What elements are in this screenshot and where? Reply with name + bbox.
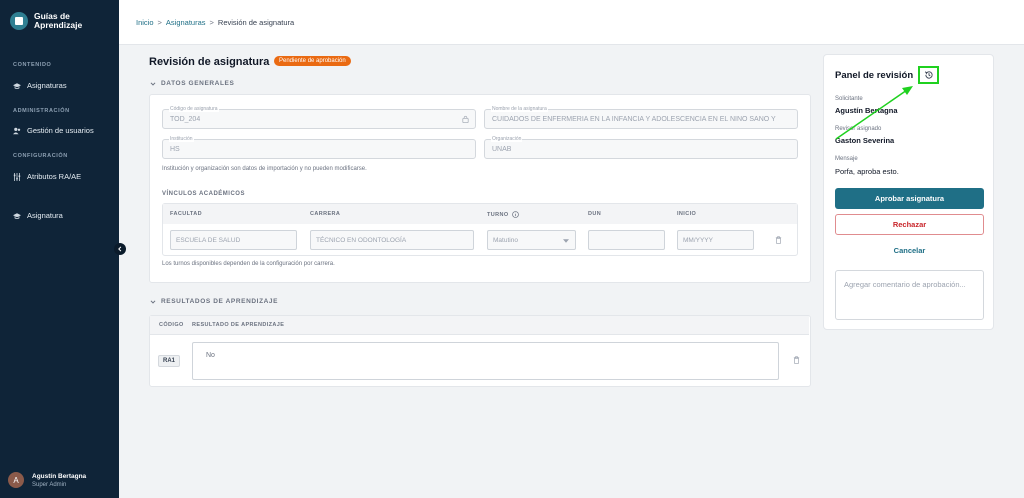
trash-icon[interactable] [793,356,800,364]
sidebar-item-asignatura[interactable]: Asignatura [13,211,63,220]
review-panel: Panel de revisión Solicitante Agustín Be… [823,54,994,330]
avatar: A [8,472,24,488]
facultad-select[interactable]: ESCUELA DE SALUD [170,230,297,250]
field-label: Nombre de la asignatura [491,106,548,112]
section-toggle-datos-generales[interactable]: DATOS GENERALES [150,80,234,87]
carrera-select[interactable]: TÉCNICO EN ODONTOLOGÍA [310,230,474,250]
organizacion-field[interactable]: Organización UNAB [484,136,798,159]
field-value: HS [170,146,180,153]
history-icon [924,71,933,79]
trash-icon[interactable] [775,236,782,244]
graduation-cap-icon [13,212,21,220]
user-name: Agustín Bertagna [32,472,87,480]
breadcrumb-asignaturas[interactable]: Asignaturas [166,18,206,27]
inicio-input[interactable]: MM/YYYY [677,230,754,250]
mensaje-value: Porfa, aproba esto. [835,167,899,176]
approval-comment-input[interactable]: Agregar comentario de aprobación... [835,270,984,320]
page-title: Revisión de asignatura [149,56,270,68]
column-header: FACULTAD [170,211,203,217]
approve-button[interactable]: Aprobar asignatura [835,188,984,209]
codigo-field[interactable]: Código de asignatura TOD_204 [162,106,476,129]
sidebar-item-asignaturas[interactable]: Asignaturas [13,81,67,90]
revisor-label: Revisor asignado [835,126,882,132]
breadcrumb-separator: > [209,18,214,27]
chevron-down-icon [563,239,569,243]
graduation-cap-icon [13,82,21,90]
breadcrumb-separator: > [157,18,162,27]
breadcrumb: Inicio > Asignaturas > Revisión de asign… [136,18,294,27]
sidebar-item-label: Atributos RA/AE [27,172,82,181]
turnos-hint: Los turnos disponibles dependen de la co… [162,261,335,267]
column-header-label: TURNO [487,211,509,218]
ra-textarea[interactable]: No [192,342,779,380]
lock-icon [462,115,469,123]
field-label: Institución [169,136,194,142]
sidebar-item-usuarios[interactable]: Gestión de usuarios [13,126,94,135]
resultados-card: CÓDIGO RESULTADO DE APRENDIZAJE RA1 No [149,315,811,387]
breadcrumb-current: Revisión de asignatura [217,18,295,27]
user-profile[interactable]: A Agustín Bertagna Super Admin [8,472,86,488]
reject-button[interactable]: Rechazar [835,214,984,235]
chevron-left-icon [118,246,122,252]
nav-section-administracion: ADMINISTRACIÓN [13,108,70,114]
column-header-turno: TURNO [487,211,519,218]
solicitante-value: Agustín Bertagna [835,106,898,115]
column-header: CARRERA [310,211,341,217]
nav-section-configuracion: CONFIGURACIÓN [13,153,68,159]
user-role: Super Admin [32,481,67,488]
cancel-button[interactable]: Cancelar [835,246,984,255]
turno-value: Matutino [493,237,518,244]
ra-code-badge: RA1 [158,355,181,367]
sidebar-item-label: Asignatura [27,211,63,220]
revisor-value: Gaston Severina [835,136,895,145]
field-label: Código de asignatura [169,106,219,112]
mensaje-label: Mensaje [835,156,858,162]
solicitante-label: Solicitante [835,96,863,102]
turno-select[interactable]: Matutino [487,230,576,250]
topbar: Inicio > Asignaturas > Revisión de asign… [119,0,1024,45]
section-toggle-resultados[interactable]: RESULTADOS DE APRENDIZAJE [150,298,278,305]
users-icon [13,127,21,135]
sidebar: Guías de Aprendizaje CONTENIDO Asignatur… [0,0,119,498]
chevron-down-icon [150,81,156,86]
sidebar-item-label: Asignaturas [27,81,67,90]
field-value: UNAB [492,146,512,153]
sidebar-item-atributos[interactable]: Atributos RA/AE [13,172,81,181]
vinculos-title: VÍNCULOS ACADÉMICOS [162,191,245,197]
chevron-down-icon [150,299,156,304]
column-header: INICIO [677,211,697,217]
sidebar-item-label: Gestión de usuarios [27,126,94,135]
section-title: RESULTADOS DE APRENDIZAJE [161,298,279,305]
column-header: RESULTADO DE APRENDIZAJE [192,322,285,328]
panel-title: Panel de revisión [835,70,914,81]
app-name: Guías de Aprendizaje [34,11,83,30]
breadcrumb-home[interactable]: Inicio [136,18,154,27]
history-button[interactable] [918,66,939,84]
info-icon[interactable] [511,211,519,218]
column-header: CÓDIGO [159,322,184,328]
field-value: CUIDADOS DE ENFERMERÍA EN LA INFANCIA Y … [492,116,776,123]
status-badge: Pendiente de aprobación [274,56,351,66]
import-hint: Institución y organización son datos de … [162,166,367,172]
collapse-sidebar-button[interactable] [114,243,126,255]
sliders-icon [13,172,21,181]
column-header: DUN [588,211,602,217]
institucion-field[interactable]: Institución HS [162,136,476,159]
nombre-asignatura-field[interactable]: Nombre de la asignatura CUIDADOS DE ENFE… [484,106,798,129]
nav-section-contenido: CONTENIDO [13,62,52,68]
vinculos-table: FACULTAD CARRERA TURNO DUN INICIO ESCUEL… [162,203,798,256]
table-header: CÓDIGO RESULTADO DE APRENDIZAJE [150,316,809,335]
table-header: FACULTAD CARRERA TURNO DUN INICIO [163,204,797,224]
field-value: TOD_204 [170,116,201,123]
field-label: Organización [491,136,523,142]
book-icon [10,12,28,30]
dun-input[interactable] [588,230,665,250]
app-logo[interactable]: Guías de Aprendizaje [10,12,94,30]
section-title: DATOS GENERALES [161,80,235,87]
